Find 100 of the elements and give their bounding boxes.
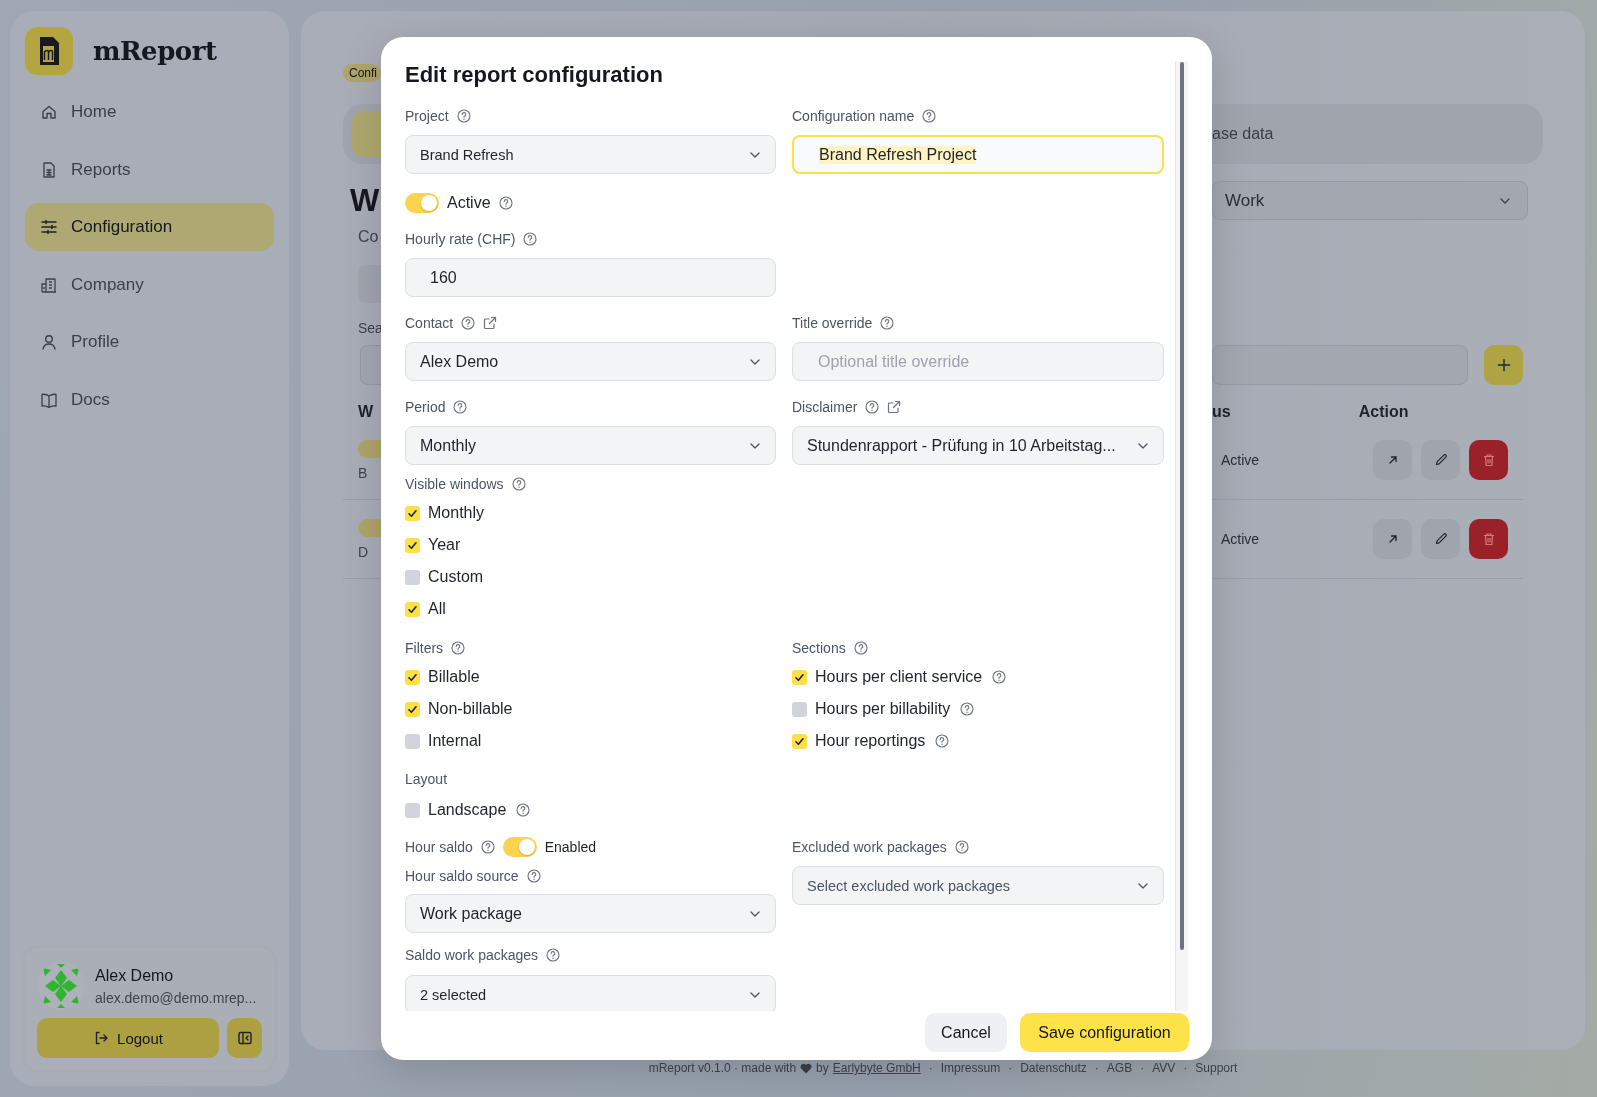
sidebar-item[interactable]: Company (25, 260, 274, 309)
status-cell-text: Active (1220, 452, 1261, 468)
footer-link[interactable]: AGB (1106, 1061, 1133, 1075)
open-button[interactable] (1373, 519, 1412, 559)
checkbox-label: Internal (428, 732, 482, 750)
footer-text: mReport v0.1.0 · made with (648, 1061, 797, 1075)
help-icon[interactable] (516, 803, 531, 817)
scrollbar[interactable] (1175, 61, 1188, 1011)
column-header: Action (1358, 403, 1409, 421)
delete-button[interactable] (1469, 519, 1508, 559)
toggle-switch[interactable] (502, 837, 537, 857)
search-field[interactable] (360, 345, 381, 385)
building-icon (40, 275, 58, 294)
help-icon[interactable] (922, 109, 937, 123)
checkbox[interactable] (405, 802, 420, 818)
select-field[interactable]: 2 selected (405, 975, 776, 1011)
cancel-button[interactable]: Cancel (925, 1013, 1007, 1052)
help-icon[interactable] (954, 840, 969, 854)
footer-link[interactable]: AVV (1152, 1061, 1176, 1075)
save-button[interactable]: Save configuration (1020, 1013, 1189, 1052)
help-icon[interactable] (456, 109, 471, 123)
footer-text: by (816, 1061, 829, 1075)
field-label: Project (405, 108, 449, 124)
field-label: Configuration name (792, 108, 915, 124)
field-label: Hourly rate (CHF) (405, 231, 516, 247)
sidebar-item[interactable]: Profile (25, 318, 274, 366)
toggle-switch[interactable] (405, 193, 439, 213)
sidebar-item[interactable]: Configuration (25, 203, 274, 251)
app-name: mReport (93, 36, 217, 66)
sidebar-item[interactable]: Reports (25, 145, 274, 194)
checkbox[interactable] (792, 669, 807, 685)
footer-link[interactable]: Impressum (940, 1061, 1001, 1075)
delete-button[interactable] (1469, 440, 1508, 480)
trash-icon (1481, 453, 1496, 467)
checkbox[interactable] (405, 569, 420, 585)
checkmark-icon (407, 539, 418, 551)
select-field[interactable]: Stundenrapport - Prüfung in 10 Arbeitstag... (792, 426, 1164, 465)
table-cell-text: D (357, 543, 370, 560)
field-label: Title override (792, 315, 873, 331)
column-header: us (1212, 403, 1231, 421)
help-icon[interactable] (451, 641, 466, 655)
table-cell-text: B (357, 464, 369, 481)
heart-icon (800, 1062, 813, 1074)
checkbox[interactable] (405, 601, 420, 617)
checkbox[interactable] (405, 701, 420, 717)
checkbox-label: Landscape (428, 801, 507, 819)
help-icon[interactable] (511, 477, 526, 491)
sidebar-item[interactable]: Home (25, 88, 274, 136)
help-icon[interactable] (480, 840, 495, 854)
open-button[interactable] (1373, 440, 1412, 480)
help-icon[interactable] (523, 232, 538, 246)
field-label: Layout (405, 771, 448, 787)
help-icon[interactable] (546, 948, 561, 962)
checkbox-label: Custom (428, 568, 484, 586)
checkbox[interactable] (405, 669, 420, 685)
help-icon[interactable] (992, 670, 1007, 684)
pencil-icon (1433, 532, 1448, 546)
checkbox[interactable] (792, 733, 807, 749)
help-icon[interactable] (960, 702, 975, 716)
help-icon[interactable] (935, 734, 950, 748)
checkbox-label: Hour reportings (815, 732, 926, 750)
footer-link[interactable]: Datenschutz (1020, 1061, 1087, 1075)
checkmark-icon (407, 703, 418, 715)
checkbox[interactable] (405, 537, 420, 553)
help-icon[interactable] (461, 316, 476, 330)
help-icon[interactable] (865, 400, 880, 414)
checkbox[interactable] (405, 505, 420, 521)
search-field[interactable] (1212, 345, 1468, 385)
number-field[interactable]: 160 (405, 258, 776, 297)
select-field[interactable]: Brand Refresh (405, 135, 776, 174)
checkmark-icon (407, 671, 418, 683)
external-link-icon[interactable] (483, 316, 498, 330)
sidebar-item[interactable]: Docs (25, 375, 274, 424)
tab[interactable]: ase data (1212, 125, 1543, 143)
select-field[interactable]: Alex Demo (405, 342, 776, 381)
add-button[interactable] (1484, 345, 1523, 385)
text-field[interactable]: Brand Refresh Project (792, 135, 1164, 174)
logout-button[interactable]: Logout (37, 1018, 219, 1058)
field-label: Filters (405, 640, 444, 656)
field-label: Sections (792, 640, 846, 656)
logo-icon (25, 27, 73, 75)
footer-link[interactable]: Support (1195, 1061, 1238, 1075)
help-icon[interactable] (498, 196, 513, 210)
select-field[interactable]: Select excluded work packages (792, 866, 1164, 905)
filter-select[interactable]: Work (1212, 181, 1528, 220)
external-link-icon[interactable] (887, 400, 902, 414)
help-icon[interactable] (853, 641, 868, 655)
column-header: W (357, 403, 375, 421)
select-field[interactable]: Monthly (405, 426, 776, 465)
help-icon[interactable] (453, 400, 468, 414)
field-label: Period (405, 399, 446, 415)
footer-link[interactable]: Earlybyte GmbH (832, 1061, 921, 1075)
field-label: Disclaimer (792, 399, 858, 415)
collapse-sidebar-button[interactable] (227, 1018, 262, 1058)
select-field[interactable]: Work package (405, 894, 776, 933)
checkbox[interactable] (792, 701, 807, 717)
help-icon[interactable] (880, 316, 895, 330)
help-icon[interactable] (526, 869, 541, 883)
toggle-label: Active (447, 194, 491, 212)
checkbox[interactable] (405, 733, 420, 749)
